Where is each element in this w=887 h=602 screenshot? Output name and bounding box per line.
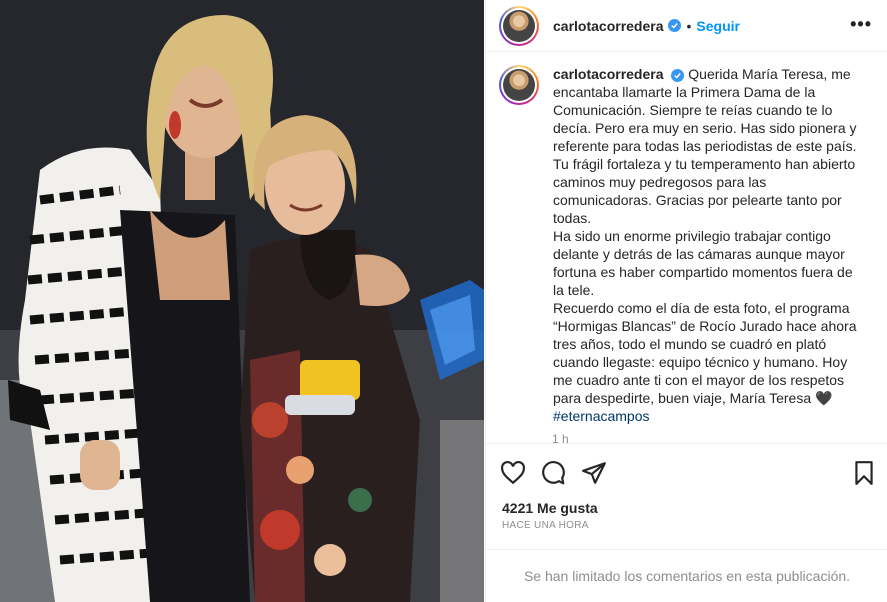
avatar-frame bbox=[501, 7, 537, 44]
post-photo[interactable] bbox=[0, 0, 484, 602]
action-bar bbox=[486, 443, 887, 499]
share-icon[interactable] bbox=[581, 460, 607, 486]
caption-username[interactable]: carlotacorredera bbox=[553, 66, 664, 82]
comments-limited-notice: Se han limitado los comentarios en esta … bbox=[486, 549, 887, 602]
hashtag-link[interactable]: #eternacampos bbox=[553, 408, 650, 424]
post-header: carlotacorredera • Seguir ••• bbox=[486, 0, 887, 52]
follow-button[interactable]: Seguir bbox=[696, 18, 740, 34]
likes-count[interactable]: 4221 Me gusta bbox=[502, 500, 598, 516]
caption-body: Querida María Teresa, me encantaba llama… bbox=[553, 66, 857, 406]
more-options-icon[interactable]: ••• bbox=[850, 14, 872, 35]
post-side-panel: carlotacorredera • Seguir ••• carlotacor… bbox=[485, 0, 887, 602]
header-username[interactable]: carlotacorredera bbox=[553, 18, 664, 34]
header-separator: • bbox=[686, 17, 692, 34]
comment-icon[interactable] bbox=[540, 460, 566, 486]
caption-text: carlotacorredera Querida María Teresa, m… bbox=[553, 65, 866, 440]
heart-icon[interactable] bbox=[500, 460, 526, 486]
caption-verified-icon bbox=[671, 69, 685, 82]
post-time-ago[interactable]: HACE UNA HORA bbox=[502, 520, 589, 531]
caption-avatar-frame bbox=[501, 67, 537, 103]
avatar[interactable] bbox=[499, 5, 539, 46]
bookmark-icon[interactable] bbox=[851, 460, 877, 486]
avatar-image bbox=[503, 9, 535, 42]
caption-avatar-image bbox=[503, 69, 535, 101]
caption-area: carlotacorredera Querida María Teresa, m… bbox=[486, 53, 887, 440]
photo-illustration bbox=[0, 0, 484, 602]
caption-avatar[interactable] bbox=[499, 65, 539, 105]
verified-badge-icon bbox=[667, 19, 681, 32]
comments-limited-text: Se han limitado los comentarios en esta … bbox=[523, 568, 851, 584]
